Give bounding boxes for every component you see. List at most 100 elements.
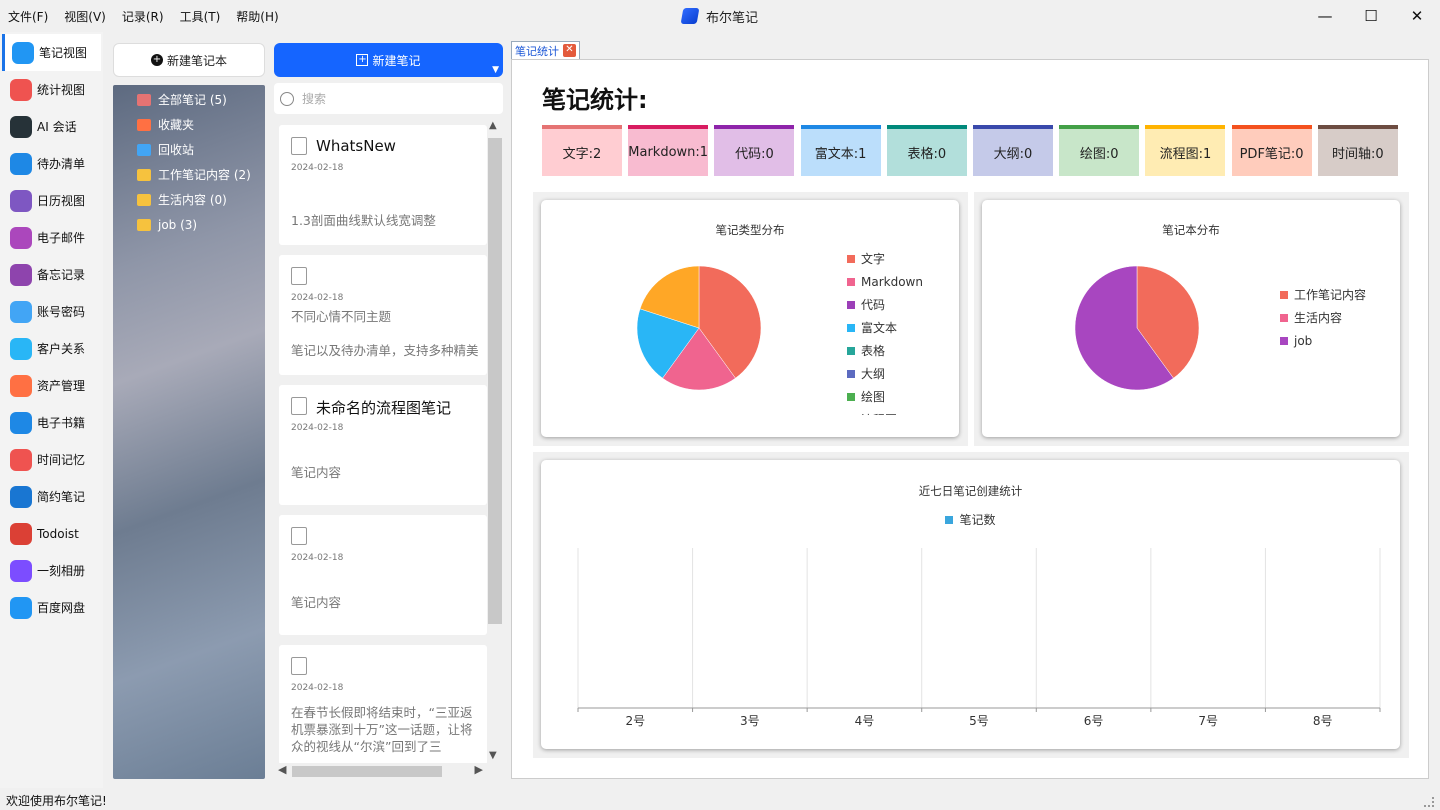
note-card[interactable]: 2024-02-18 在春节长假即将结束时，“三亚返 机票暴涨到十万”这一话题，让将… xyxy=(279,645,487,763)
todoist-icon xyxy=(10,522,32,545)
search-icon xyxy=(280,91,294,106)
legend-item[interactable]: job xyxy=(1280,329,1366,352)
menu-help[interactable]: 帮助(H) xyxy=(236,8,278,25)
new-note-button[interactable]: + 新建笔记 ▼ xyxy=(274,43,503,77)
legend-item[interactable]: Markdown xyxy=(847,270,923,293)
text-doc-icon xyxy=(291,267,307,285)
note-card[interactable]: 未命名的流程图笔记 2024-02-18 笔记内容 xyxy=(279,385,487,505)
notebook-label: 回收站 xyxy=(158,143,195,157)
note-excerpt: 不同心情不同主题 xyxy=(291,309,392,324)
sidebar-item-5[interactable]: 电子邮件 xyxy=(0,219,103,256)
sidebar-item-4[interactable]: 日历视图 xyxy=(0,182,103,219)
search-box[interactable]: 搜索 xyxy=(274,83,503,114)
x-tick-label: 7号 xyxy=(1198,714,1218,728)
legend-item[interactable]: 代码 xyxy=(847,293,923,316)
sidebar-item-3[interactable]: 待办清单 xyxy=(0,145,103,182)
sidebar-item-10[interactable]: 电子书籍 xyxy=(0,404,103,441)
notebook-item[interactable]: 工作笔记内容 (2) xyxy=(113,162,265,187)
close-button[interactable]: ✕ xyxy=(1394,0,1440,32)
legend-label: 表格 xyxy=(861,344,886,358)
legend-swatch xyxy=(1280,336,1288,345)
note-card[interactable]: 2024-02-18 不同心情不同主题 笔记以及待办清单，支持多种精美 xyxy=(279,255,487,375)
legend-label: 富文本 xyxy=(861,321,898,335)
sidebar-item-8[interactable]: 客户关系 xyxy=(0,330,103,367)
notebook-label: 生活内容 (0) xyxy=(158,193,227,207)
tab-close-icon[interactable]: ✕ xyxy=(563,44,576,57)
sidebar-item-label: 统计视图 xyxy=(37,83,86,97)
notebook-item[interactable]: job (3) xyxy=(113,212,265,237)
notebook-label: 工作笔记内容 (2) xyxy=(158,168,251,182)
stat-box: 富文本:1 xyxy=(800,125,881,176)
status-bar: 欢迎使用布尔笔记! xyxy=(0,790,1440,810)
tab-label: 笔记统计 xyxy=(515,44,559,58)
email-icon xyxy=(10,226,32,249)
legend-item[interactable]: 生活内容 xyxy=(1280,306,1366,329)
legend-item[interactable]: 工作笔记内容 xyxy=(1280,283,1366,306)
legend-swatch xyxy=(847,323,855,332)
simple-note-icon xyxy=(10,485,32,508)
folder-icon xyxy=(137,193,151,206)
legend-label: Markdown xyxy=(861,274,923,289)
legend-item[interactable]: 富文本 xyxy=(847,316,923,339)
sidebar-item-1[interactable]: 统计视图 xyxy=(0,71,103,108)
scroll-right-icon[interactable]: ▶ xyxy=(475,763,483,776)
legend-item[interactable]: 文字 xyxy=(847,247,923,270)
scroll-thumb[interactable] xyxy=(488,138,502,624)
legend-swatch xyxy=(847,346,855,355)
menu-record[interactable]: 记录(R) xyxy=(122,8,164,25)
sidebar-nav: 笔记视图统计视图 AI 会话 待办清单日历视图电子邮件 备忘记录 账号密码 客户关系 资产管… xyxy=(0,32,103,788)
sidebar-item-6[interactable]: 备忘记录 xyxy=(0,256,103,293)
notebook-item[interactable]: 生活内容 (0) xyxy=(113,187,265,212)
menu-tools[interactable]: 工具(T) xyxy=(180,8,221,25)
sidebar-item-7[interactable]: 账号密码 xyxy=(0,293,103,330)
stat-box: 绘图:0 xyxy=(1059,125,1140,176)
maximize-button[interactable]: ☐ xyxy=(1348,0,1394,32)
note-card[interactable]: 2024-02-18 笔记内容 xyxy=(279,515,487,635)
bar-panel: 近七日笔记创建统计 笔记数 2号 3号 4号 5号 6号 7号 8号 xyxy=(533,452,1409,758)
new-notebook-button[interactable]: + 新建笔记本 xyxy=(113,43,265,77)
notebook-item[interactable]: 全部笔记 (5) xyxy=(113,87,265,112)
scroll-left-icon[interactable]: ◀ xyxy=(278,763,286,776)
chart-card-weekly: 近七日笔记创建统计 笔记数 2号 3号 4号 5号 6号 7号 8号 xyxy=(541,460,1400,749)
ai-chat-icon xyxy=(10,115,32,138)
sidebar-item-13[interactable]: Todoist xyxy=(0,515,103,552)
sidebar-item-label: 日历视图 xyxy=(37,194,86,208)
sidebar-item-label: 笔记视图 xyxy=(39,46,88,60)
text-doc-icon xyxy=(291,657,307,675)
sidebar-item-0[interactable]: 笔记视图 xyxy=(2,34,101,71)
sidebar-item-12[interactable]: 简约笔记 xyxy=(0,478,103,515)
sidebar-item-15[interactable]: 百度网盘 xyxy=(0,589,103,626)
legend-item[interactable]: 绘图 xyxy=(847,385,923,408)
sidebar-item-9[interactable]: 资产管理 xyxy=(0,367,103,404)
app-title-text: 布尔笔记 xyxy=(705,10,758,26)
sidebar-item-11[interactable]: 时间记忆 xyxy=(0,441,103,478)
search-placeholder: 搜索 xyxy=(302,92,327,106)
customer-icon xyxy=(10,337,32,360)
legend-item[interactable]: 表格 xyxy=(847,339,923,362)
menu-view[interactable]: 视图(V) xyxy=(64,8,106,25)
sidebar-item-14[interactable]: 一刻相册 xyxy=(0,552,103,589)
note-list-vertical-scrollbar[interactable]: ▲ ▼ xyxy=(487,120,503,763)
x-tick-label: 2号 xyxy=(625,714,645,728)
app-logo-icon xyxy=(680,8,700,24)
legend-item[interactable]: 流程图 xyxy=(847,408,923,415)
scroll-down-icon[interactable]: ▼ xyxy=(489,750,497,761)
dropdown-arrow-icon[interactable]: ▼ xyxy=(492,65,499,75)
notebook-item[interactable]: 收藏夹 xyxy=(113,112,265,137)
resize-grip-icon[interactable] xyxy=(1424,797,1434,807)
minimize-button[interactable]: — xyxy=(1302,0,1348,32)
hscroll-thumb[interactable] xyxy=(292,766,442,777)
legend-label: 文字 xyxy=(861,252,886,266)
scroll-up-icon[interactable]: ▲ xyxy=(489,120,497,131)
notebook-item[interactable]: 回收站 xyxy=(113,137,265,162)
note-list-horizontal-scrollbar[interactable]: ◀ ▶ xyxy=(274,763,487,779)
sidebar-item-label: 时间记忆 xyxy=(37,453,86,467)
tab-note-stats[interactable]: 笔记统计 ✕ xyxy=(511,41,580,59)
note-date: 2024-02-18 xyxy=(291,553,344,563)
time-memory-icon xyxy=(10,448,32,471)
new-note-icon: + xyxy=(356,54,369,66)
legend-item[interactable]: 大纲 xyxy=(847,362,923,385)
menu-file[interactable]: 文件(F) xyxy=(8,8,48,25)
note-card[interactable]: WhatsNew 2024-02-18 1.3剖面曲线默认线宽调整 xyxy=(279,125,487,245)
sidebar-item-2[interactable]: AI 会话 xyxy=(0,108,103,145)
